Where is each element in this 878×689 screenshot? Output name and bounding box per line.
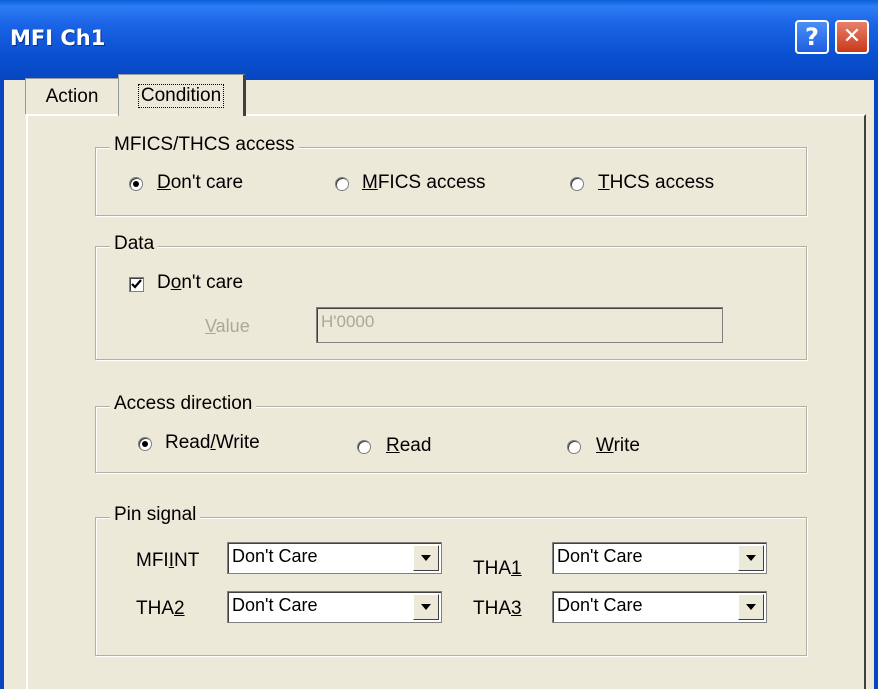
label-part: alue xyxy=(215,316,250,336)
value-input[interactable]: H'0000 xyxy=(316,307,723,343)
mnemonic: W xyxy=(596,435,614,456)
radio-thcs-access-label[interactable]: THCS access xyxy=(598,172,714,194)
tha3-label: THA3 xyxy=(473,598,522,620)
label-part: THA xyxy=(473,558,511,579)
pin-signal-group-legend: Pin signal xyxy=(110,504,201,526)
close-button[interactable]: ✕ xyxy=(835,20,869,54)
label-part: n't care xyxy=(181,272,244,293)
tab-label: Action xyxy=(45,85,99,107)
window-title: MFI Ch1 xyxy=(10,26,106,50)
help-button[interactable]: ? xyxy=(795,20,829,54)
mnemonic: D xyxy=(157,172,171,193)
data-group-legend: Data xyxy=(110,233,159,255)
tha1-select[interactable]: Don't Care xyxy=(552,542,767,574)
dont-care-checkbox[interactable] xyxy=(129,277,144,292)
chevron-down-icon[interactable] xyxy=(738,545,764,571)
label-part: THA xyxy=(136,598,174,619)
tha3-select[interactable]: Don't Care xyxy=(552,591,767,623)
chevron-down-icon[interactable] xyxy=(413,594,439,620)
radio-write-label[interactable]: Write xyxy=(596,435,640,457)
radio-read-write-label[interactable]: Read/Write xyxy=(165,432,260,454)
window-frame-left xyxy=(0,80,4,689)
tha1-select-value: Don't Care xyxy=(557,546,643,566)
mfiint-select[interactable]: Don't Care xyxy=(227,542,442,574)
mfiint-select-value: Don't Care xyxy=(232,546,318,566)
mnemonic: T xyxy=(598,172,610,193)
radio-write[interactable] xyxy=(567,440,581,454)
checkmark-icon xyxy=(131,279,142,289)
label-part: D xyxy=(157,272,171,293)
close-icon: ✕ xyxy=(842,24,862,49)
label-part: Write xyxy=(215,432,260,453)
dont-care-checkbox-label[interactable]: Don't care xyxy=(157,272,243,294)
radio-mfics-access[interactable] xyxy=(335,177,349,191)
tha3-select-value: Don't Care xyxy=(557,595,643,615)
mnemonic: 3 xyxy=(511,598,522,619)
mnemonic: 1 xyxy=(511,558,522,579)
label-part: HCS access xyxy=(609,172,715,193)
radio-read[interactable] xyxy=(357,440,371,454)
tha2-label: THA2 xyxy=(136,598,185,620)
radio-dot xyxy=(142,441,148,447)
label-part: FICS access xyxy=(377,172,486,193)
chevron-down-icon[interactable] xyxy=(413,545,439,571)
mnemonic: R xyxy=(386,435,400,456)
label-part: rite xyxy=(613,435,640,456)
value-label: Value xyxy=(205,316,250,337)
radio-dot xyxy=(133,181,139,187)
tab-label: Condition xyxy=(137,83,225,108)
label-part: Read xyxy=(165,432,211,453)
tab-action[interactable]: Action xyxy=(25,78,119,114)
mnemonic: M xyxy=(362,172,378,193)
label-part: NT xyxy=(174,550,200,571)
mnemonic: 2 xyxy=(174,598,185,619)
label-part: MFI xyxy=(136,550,169,571)
direction-group-legend: Access direction xyxy=(110,393,257,415)
mnemonic: o xyxy=(170,272,182,293)
mnemonic: V xyxy=(205,316,216,336)
access-group-legend: MFICS/THCS access xyxy=(110,134,299,156)
mfiint-label: MFIINT xyxy=(136,550,199,572)
label-part: on't care xyxy=(170,172,244,193)
label-part: THA xyxy=(473,598,511,619)
title-bar[interactable] xyxy=(0,0,878,80)
tha2-select-value: Don't Care xyxy=(232,595,318,615)
radio-thcs-access[interactable] xyxy=(570,177,584,191)
tha1-label: THA1 xyxy=(473,558,522,580)
radio-read-label[interactable]: Read xyxy=(386,435,431,457)
pin-signal-group xyxy=(95,517,807,656)
tab-condition[interactable]: Condition xyxy=(118,74,246,116)
radio-dont-care[interactable] xyxy=(129,177,143,191)
window-frame-right xyxy=(874,80,878,689)
radio-dont-care-label[interactable]: Don't care xyxy=(157,172,243,194)
chevron-down-icon[interactable] xyxy=(738,594,764,620)
radio-mfics-access-label[interactable]: MFICS access xyxy=(362,172,486,194)
tha2-select[interactable]: Don't Care xyxy=(227,591,442,623)
help-icon: ? xyxy=(805,23,819,51)
radio-read-write[interactable] xyxy=(138,437,152,451)
label-part: ead xyxy=(399,435,432,456)
